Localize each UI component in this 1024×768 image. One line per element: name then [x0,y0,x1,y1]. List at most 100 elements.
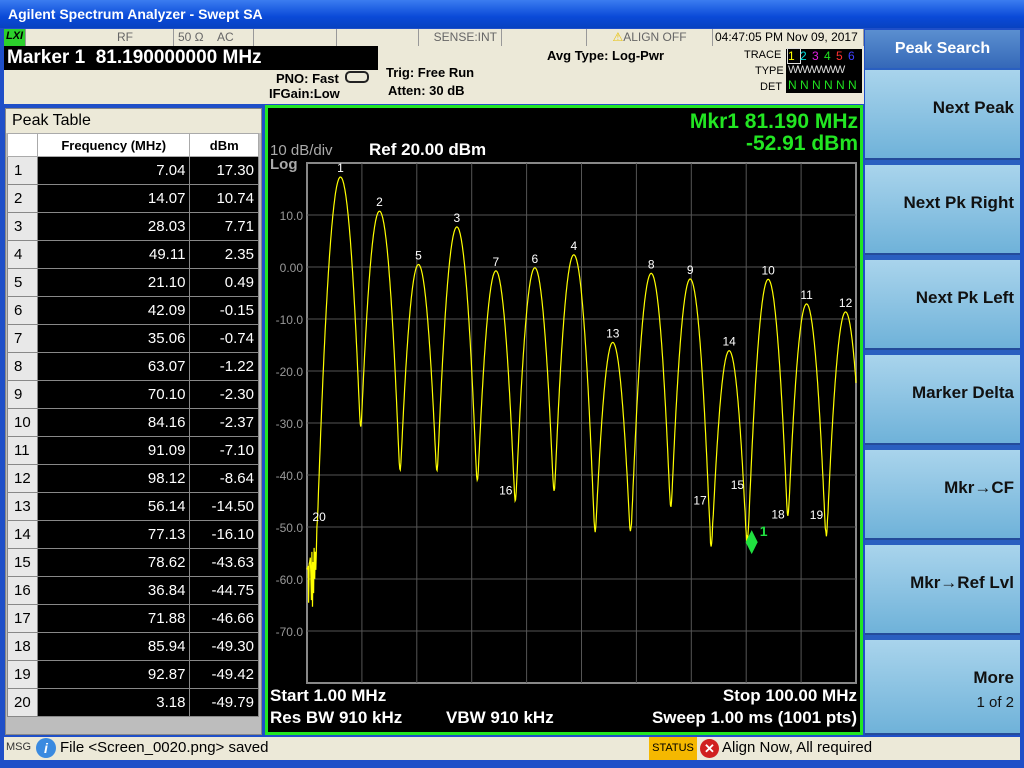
active-marker-readout[interactable]: Marker 1 81.190000000 MHz [4,46,378,70]
pno: PNO: Fast [276,71,339,86]
peak-index: 19 [7,660,38,689]
trace-1-indicator[interactable]: 1 [787,48,801,64]
peak-index: 2 [7,184,38,213]
softkey-label: Mkr→CF [944,478,1014,497]
softkey-marker-delta[interactable]: Marker Delta [865,355,1020,445]
peak-amplitude: -2.30 [189,380,259,409]
table-row[interactable]: 1 7.04 17.30 [7,156,259,185]
peak-marker-label: 13 [606,326,620,340]
peak-index: 9 [7,380,38,409]
table-row[interactable]: 5 21.10 0.49 [7,268,259,297]
peak-frequency: 92.87 [36,660,191,689]
peak-marker-label: 7 [493,255,500,269]
table-row[interactable]: 15 78.62 -43.63 [7,548,259,577]
peak-marker-label: 18 [771,507,785,521]
lxi-logo: LXI [4,29,26,46]
peak-marker-label: 10 [761,263,775,277]
table-row[interactable]: 10 84.16 -2.37 [7,408,259,437]
col-dbm: dBm [189,133,259,157]
message-bar: MSG i File <Screen_0020.png> saved STATU… [4,737,1020,760]
peak-frequency: 42.09 [36,296,191,325]
y-tick-label: 10.0 [280,209,304,223]
sense: SENSE:INT [419,29,502,46]
peak-marker-label: 1 [337,161,344,175]
peak-index: 18 [7,632,38,661]
trace-2-indicator[interactable]: 2 [800,49,812,63]
stop-freq[interactable]: Stop 100.00 MHz [723,686,857,706]
table-row[interactable]: 13 56.14 -14.50 [7,492,259,521]
attenuation: Atten: 30 dB [388,83,465,98]
res-bw[interactable]: Res BW 910 kHz [270,708,402,728]
peak-table: Frequency (MHz) dBm 1 7.04 17.30 2 14.07 10.7… [7,133,259,717]
softkey-more[interactable]: More 1 of 2 [865,640,1020,735]
peak-marker-label: 15 [731,478,745,492]
peak-amplitude: 0.49 [189,268,259,297]
table-row[interactable]: 3 28.03 7.71 [7,212,259,241]
peak-index: 1 [7,156,38,185]
col-index [7,133,38,157]
spectrum-graph[interactable]: 10.0 0.00 -10.0 -20.0 -30.0 -40.0 -50.0 -60.0 -7… [268,108,860,732]
trace-5-indicator[interactable]: 5 [836,49,848,63]
table-row[interactable]: 20 3.18 -49.79 [7,688,259,717]
peak-amplitude: -1.22 [189,352,259,381]
peak-index: 16 [7,576,38,605]
impedance-value: 50 Ω [178,30,204,44]
peak-amplitude: -0.74 [189,324,259,353]
start-freq[interactable]: Start 1.00 MHz [270,686,386,706]
detector-4: N [824,78,833,92]
table-row[interactable]: 4 49.11 2.35 [7,240,259,269]
peak-frequency: 98.12 [36,464,191,493]
info-icon: i [36,738,56,758]
det-label: DET [760,81,782,93]
peak-index: 15 [7,548,38,577]
table-row[interactable]: 6 42.09 -0.15 [7,296,259,325]
trace-label: TRACE [744,49,782,61]
softkey-label: Marker Delta [911,383,1014,402]
y-tick-label: -60.0 [276,573,304,587]
trigger: Trig: Free Run [386,65,475,80]
peak-amplitude: 17.30 [189,156,259,185]
peak-amplitude: -44.75 [189,576,259,605]
peak-frequency: 49.11 [36,240,191,269]
peak-index: 8 [7,352,38,381]
table-row[interactable]: 2 14.07 10.74 [7,184,259,213]
peak-amplitude: -2.37 [189,408,259,437]
table-row[interactable]: 19 92.87 -49.42 [7,660,259,689]
softkey-next-pk-left[interactable]: Next Pk Left [865,260,1020,350]
table-row[interactable]: 8 63.07 -1.22 [7,352,259,381]
peak-frequency: 35.06 [36,324,191,353]
detector-3: N [812,78,821,92]
trace-4-indicator[interactable]: 4 [824,49,836,63]
peak-marker-label: 11 [800,288,813,302]
y-tick-label: -40.0 [276,469,304,483]
spectrum-display[interactable]: 10 dB/div Log Ref 20.00 dBm Mkr1 81.190 … [265,105,863,735]
table-row[interactable]: 9 70.10 -2.30 [7,380,259,409]
table-row[interactable]: 12 98.12 -8.64 [7,464,259,493]
peak-marker-label: 4 [570,239,577,253]
y-tick-label: -50.0 [276,521,304,535]
table-row[interactable]: 14 77.13 -16.10 [7,520,259,549]
vbw[interactable]: VBW 910 kHz [446,708,554,728]
detector-5: N [836,78,845,92]
peak-index: 12 [7,464,38,493]
ifgain: IFGain:Low [269,86,340,101]
table-row[interactable]: 17 71.88 -46.66 [7,604,259,633]
table-row[interactable]: 18 85.94 -49.30 [7,632,259,661]
status-button[interactable]: STATUS [649,737,697,760]
y-tick-label: 0.00 [280,261,304,275]
trace-6-indicator[interactable]: 6 [848,49,860,63]
table-row[interactable]: 11 91.09 -7.10 [7,436,259,465]
peak-index: 14 [7,520,38,549]
trace-3-indicator[interactable]: 3 [812,49,824,63]
detector-2: N [800,78,809,92]
table-row[interactable]: 16 36.84 -44.75 [7,576,259,605]
softkey-mkr-cf[interactable]: Mkr→CF [865,450,1020,540]
sweep-time[interactable]: Sweep 1.00 ms (1001 pts) [652,708,857,728]
window-title: Agilent Spectrum Analyzer - Swept SA [0,0,1024,28]
trace-status-box[interactable]: 123456 WWWWWW NNNNNN [786,48,862,93]
peak-frequency: 63.07 [36,352,191,381]
softkey-next-pk-right[interactable]: Next Pk Right [865,165,1020,255]
table-row[interactable]: 7 35.06 -0.74 [7,324,259,353]
softkey-mkr-ref-lvl[interactable]: Mkr→Ref Lvl [865,545,1020,635]
softkey-next-peak[interactable]: Next Peak [865,70,1020,160]
